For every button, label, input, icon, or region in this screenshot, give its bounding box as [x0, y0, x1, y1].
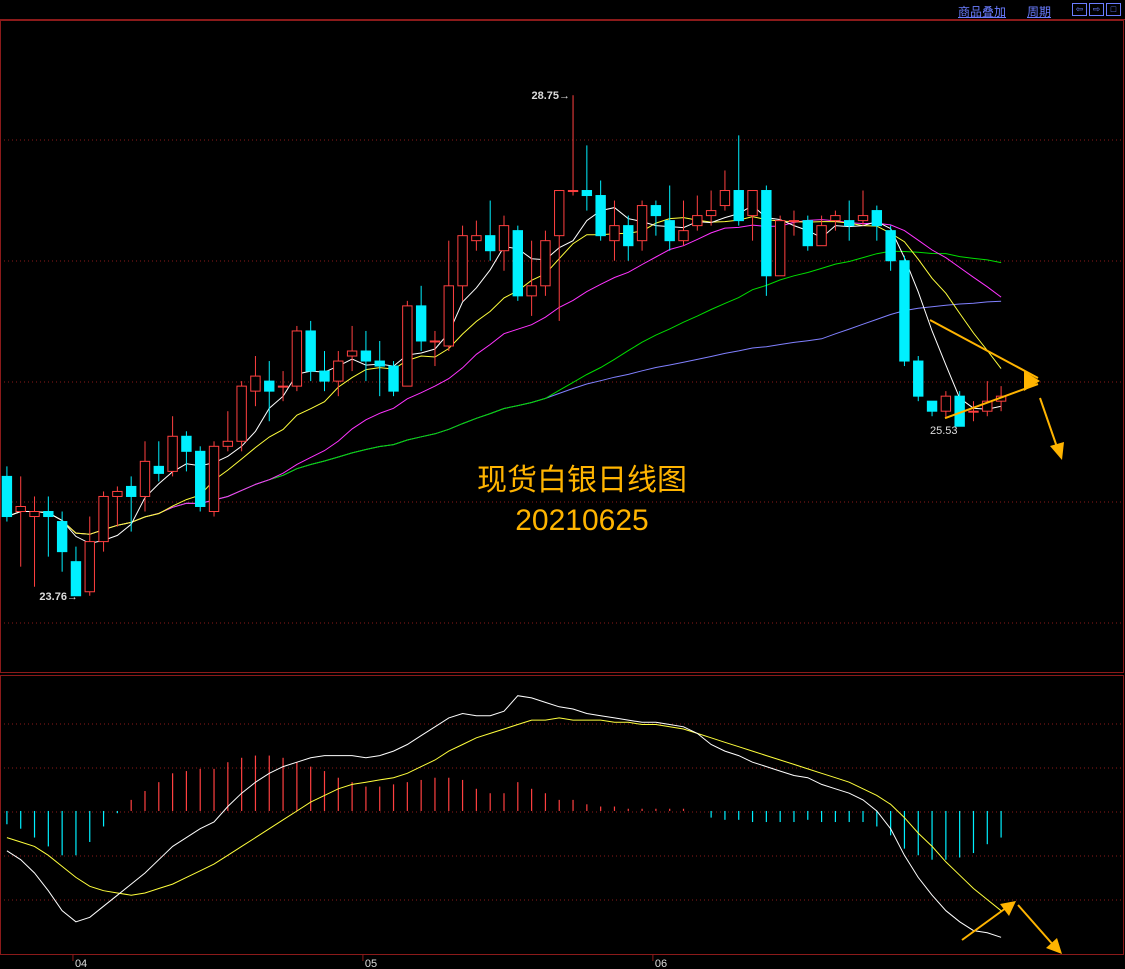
candle-body — [125, 485, 137, 497]
macd-up-arrow-line — [961, 904, 1011, 941]
candle-body — [567, 190, 579, 193]
candle-body — [830, 215, 841, 222]
candle-body — [29, 511, 40, 518]
candle-body — [636, 205, 648, 242]
macd-down-arrow-line — [1017, 904, 1056, 948]
candle-body — [457, 235, 468, 287]
candle-body — [388, 365, 399, 392]
candle-body — [940, 395, 952, 412]
candle-body — [899, 260, 910, 362]
candle-body — [885, 230, 896, 262]
chart-stage: 28.75→ 23.76→ 现货白银日线图 20210625 25.53 04 05 06 — [0, 20, 1124, 969]
candle-body — [774, 220, 786, 277]
candle-body — [443, 285, 454, 347]
candle-body — [540, 240, 551, 287]
x-tick-label: 05 — [365, 958, 377, 969]
triangle-upper-line — [929, 319, 1039, 379]
ma60-line — [6, 300, 1002, 535]
candle-body — [43, 511, 54, 518]
candle-body — [581, 190, 593, 197]
candle-body — [319, 370, 330, 382]
candle-body — [498, 225, 510, 252]
candle-body — [236, 385, 247, 442]
macd-up-arrow-head-icon — [1000, 901, 1016, 916]
candle-body — [139, 460, 151, 497]
candle-body — [305, 330, 316, 372]
macd-dea-line — [6, 717, 1002, 912]
candle-body — [222, 440, 234, 447]
candle-body — [374, 360, 385, 367]
low-price-marker: 23.76→ — [39, 591, 78, 603]
macd-dif-line — [6, 695, 1002, 938]
candle-body — [692, 215, 703, 227]
candle-body — [609, 225, 620, 242]
candle-body — [333, 360, 344, 382]
candle-body — [153, 465, 164, 474]
candle-body — [802, 220, 813, 247]
candle-body — [181, 435, 192, 452]
candle-body — [871, 210, 883, 227]
x-tick-label: 04 — [75, 958, 87, 969]
candle-body — [844, 220, 855, 227]
candle-body — [650, 205, 662, 217]
candle-body — [968, 410, 979, 413]
chart-title: 现货白银日线图 — [477, 464, 687, 497]
down-arrow-line — [1039, 397, 1059, 451]
candle-body — [788, 220, 800, 223]
candle-body — [471, 235, 482, 242]
candle-body — [195, 450, 206, 507]
candle-body — [554, 190, 565, 237]
price-panel-frame — [0, 20, 1124, 673]
candle-body — [360, 350, 372, 362]
candle-body — [512, 230, 524, 297]
candle-body — [56, 521, 68, 553]
candle-body — [733, 190, 744, 222]
candle-body — [84, 541, 95, 593]
candle-body — [526, 285, 537, 297]
candle-body — [678, 230, 689, 242]
candle-body — [816, 225, 827, 247]
candle-body — [415, 305, 427, 342]
candle-body — [595, 195, 606, 237]
candle-body — [208, 445, 220, 513]
high-price-marker: 28.75→ — [532, 90, 571, 102]
candle-body — [429, 340, 441, 343]
candle-body — [664, 220, 675, 242]
x-tick-label: 06 — [655, 958, 667, 969]
macd-panel-frame — [0, 675, 1124, 955]
chart-subtitle: 20210625 — [515, 504, 648, 537]
candle-body — [719, 190, 731, 207]
candle-body — [346, 350, 358, 357]
candle-body — [705, 210, 717, 217]
candle-body — [623, 225, 634, 247]
candle-body — [747, 190, 758, 217]
candle-body — [167, 435, 178, 472]
candle-body — [761, 190, 772, 277]
candle-body — [250, 375, 261, 392]
candle-body — [484, 235, 496, 252]
candle-body — [1, 475, 13, 518]
down-arrow-head-icon — [1050, 442, 1064, 460]
candle-body — [913, 360, 924, 397]
candle-body — [857, 215, 869, 222]
low-annotation-label: 25.53 — [930, 425, 958, 437]
candle-body — [15, 505, 26, 513]
candle-body — [264, 380, 275, 392]
candle-body — [112, 490, 123, 497]
candle-body — [926, 400, 938, 412]
candle-body — [277, 385, 289, 388]
candle-body — [402, 305, 413, 387]
candle-body — [291, 330, 303, 387]
candle-body — [98, 495, 109, 543]
